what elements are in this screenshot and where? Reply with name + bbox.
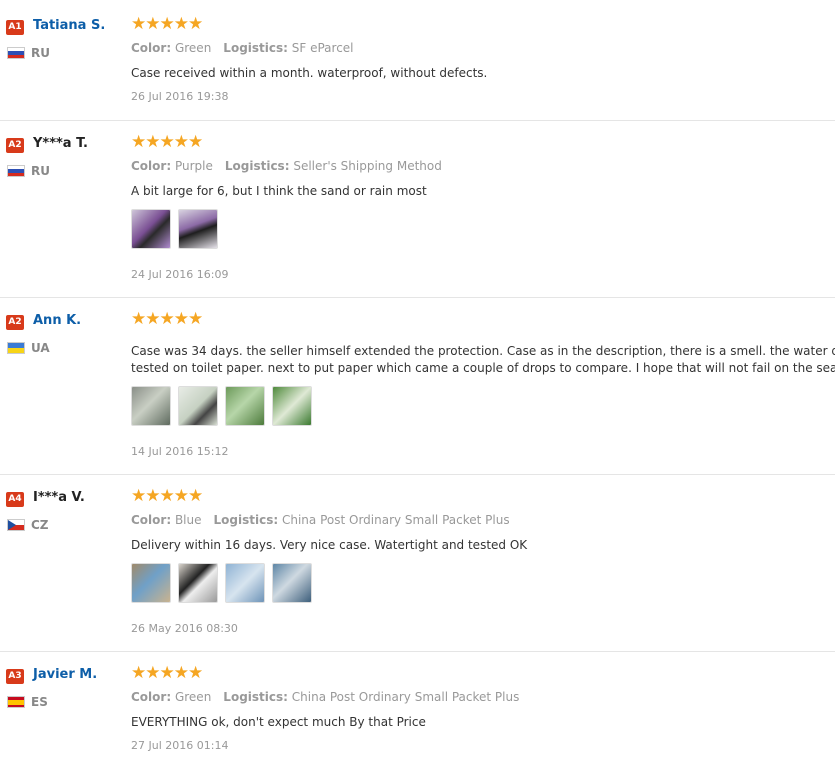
color-value: Blue xyxy=(174,513,202,527)
order-info: Color: Purple Logistics: Seller's Shippin… xyxy=(131,159,442,173)
logistics-label: Logistics: xyxy=(223,41,288,55)
color-label: Color: xyxy=(131,41,172,55)
reviewer-name[interactable]: Javier M. xyxy=(33,667,97,682)
review-photo[interactable] xyxy=(178,209,218,249)
star-rating: ★★★★★ xyxy=(131,132,203,152)
color-label: Color: xyxy=(131,159,172,173)
review-photo[interactable] xyxy=(272,386,312,426)
reviewer-name[interactable]: Tatiana S. xyxy=(33,18,105,33)
buyer-level-badge: A3 xyxy=(6,669,24,684)
review-photo[interactable] xyxy=(131,209,171,249)
reviewer-country: UA xyxy=(31,341,50,355)
order-info: Color: Green Logistics: SF eParcel xyxy=(131,41,354,55)
buyer-level-badge: A4 xyxy=(6,492,24,507)
color-value: Purple xyxy=(174,159,213,173)
reviewer-name[interactable]: Ann K. xyxy=(33,313,81,328)
reviewer-name: Y***a T. xyxy=(33,136,88,151)
logistics-label: Logistics: xyxy=(224,159,290,173)
review-text: Case received within a month. waterproof… xyxy=(131,66,488,80)
reviewer-country: RU xyxy=(31,46,50,60)
logistics-value: China Post Ordinary Small Packet Plus xyxy=(281,513,510,527)
reviewer-country: ES xyxy=(31,695,48,709)
flag-ua-icon xyxy=(7,342,25,354)
review-date: 26 Jul 2016 19:38 xyxy=(131,90,229,103)
review-photo[interactable] xyxy=(225,386,265,426)
logistics-value: SF eParcel xyxy=(291,41,354,55)
review-date: 24 Jul 2016 16:09 xyxy=(131,268,229,281)
review-photo[interactable] xyxy=(178,563,218,603)
review-photo[interactable] xyxy=(178,386,218,426)
reviewer-country: RU xyxy=(31,164,50,178)
color-label: Color: xyxy=(131,513,172,527)
logistics-label: Logistics: xyxy=(223,690,288,704)
review-photo[interactable] xyxy=(225,563,265,603)
review-text: A bit large for 6, but I think the sand … xyxy=(131,184,427,198)
review-photo[interactable] xyxy=(131,563,171,603)
reviewer-country: CZ xyxy=(31,518,49,532)
review-item: A1 Tatiana S. RU ★★★★★ Color: Green Logis… xyxy=(0,0,835,120)
review-photo[interactable] xyxy=(272,563,312,603)
logistics-label: Logistics: xyxy=(213,513,279,527)
flag-ru-icon xyxy=(7,165,25,177)
color-label: Color: xyxy=(131,690,172,704)
color-value: Green xyxy=(174,41,212,55)
star-rating: ★★★★★ xyxy=(131,663,203,683)
review-item: A2 Ann K. UA ★★★★★ Case was 34 days. the… xyxy=(0,297,835,475)
review-text-line: tested on toilet paper. next to put pape… xyxy=(131,361,835,375)
review-item: A4 I***a V. CZ ★★★★★ Color: Blue Logistic… xyxy=(0,474,835,652)
order-info: Color: Blue Logistics: China Post Ordinar… xyxy=(131,513,510,527)
buyer-level-badge: A2 xyxy=(6,315,24,330)
review-text: Case was 34 days. the seller himself ext… xyxy=(131,343,835,377)
logistics-value: China Post Ordinary Small Packet Plus xyxy=(291,690,520,704)
reviewer-name: I***a V. xyxy=(33,490,85,505)
review-text: EVERYTHING ok, don't expect much By that… xyxy=(131,715,426,729)
review-date: 27 Jul 2016 01:14 xyxy=(131,739,229,752)
order-info: Color: Green Logistics: China Post Ordina… xyxy=(131,690,519,704)
review-item: A2 Y***a T. RU ★★★★★ Color: Purple Logist… xyxy=(0,120,835,298)
review-photo[interactable] xyxy=(131,386,171,426)
star-rating: ★★★★★ xyxy=(131,486,203,506)
review-text: Delivery within 16 days. Very nice case.… xyxy=(131,538,528,552)
review-date: 14 Jul 2016 15:12 xyxy=(131,445,229,458)
flag-ru-icon xyxy=(7,47,25,59)
color-value: Green xyxy=(174,690,212,704)
flag-es-icon xyxy=(7,696,25,708)
review-date: 26 May 2016 08:30 xyxy=(131,622,238,635)
flag-cz-icon xyxy=(7,519,25,531)
logistics-value: Seller's Shipping Method xyxy=(293,159,442,173)
review-text-line: Case was 34 days. the seller himself ext… xyxy=(131,344,835,358)
buyer-level-badge: A2 xyxy=(6,138,24,153)
star-rating: ★★★★★ xyxy=(131,309,203,329)
star-rating: ★★★★★ xyxy=(131,14,203,34)
review-item: A3 Javier M. ES ★★★★★ Color: Green Logist… xyxy=(0,651,835,761)
buyer-level-badge: A1 xyxy=(6,20,24,35)
